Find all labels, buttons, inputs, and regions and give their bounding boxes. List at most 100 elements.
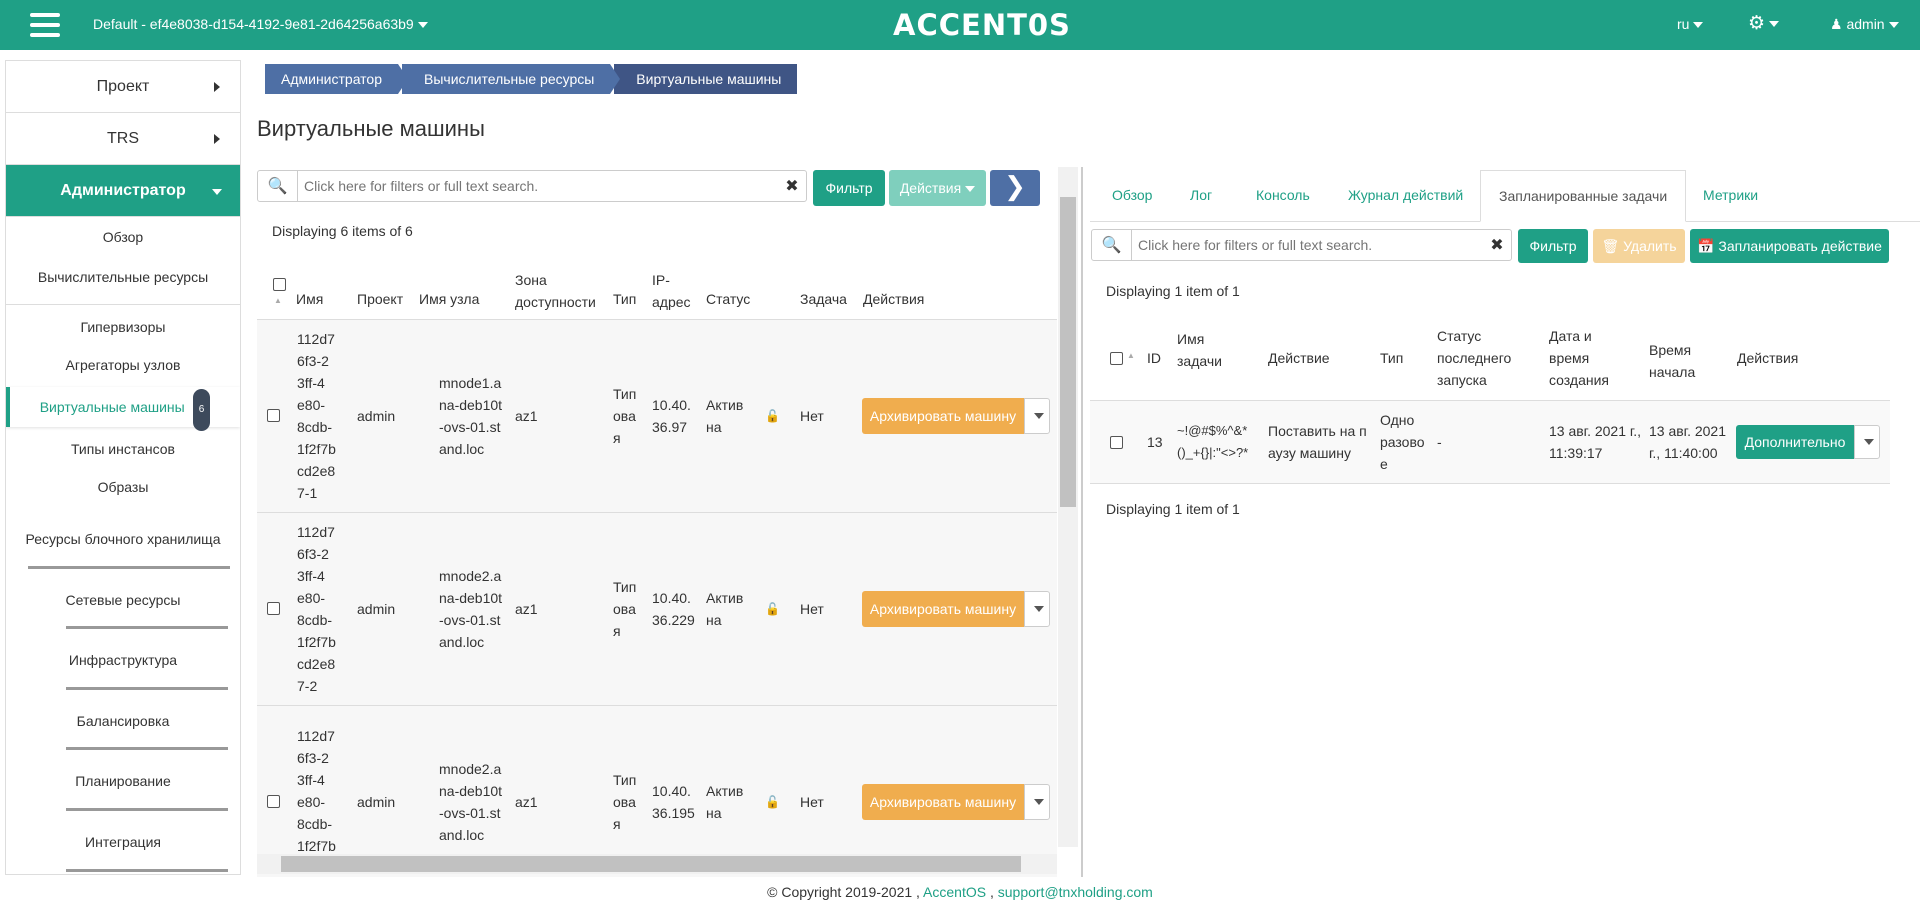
sidebar-item-flavors[interactable]: Типы инстансов — [6, 427, 240, 469]
archive-instance-button[interactable]: Архивировать машину — [862, 783, 1024, 820]
support-email-link[interactable]: support@tnxholding.com — [998, 884, 1153, 900]
column-header-zone[interactable]: Зона доступности — [515, 269, 596, 313]
more-dropdown-toggle[interactable] — [1854, 425, 1880, 459]
select-all-checkbox[interactable] — [273, 278, 286, 291]
instances-search-input[interactable] — [298, 178, 778, 194]
clear-icon[interactable]: ✖ — [1483, 235, 1511, 255]
host-link[interactable]: and.loc — [439, 824, 484, 846]
sidebar-item-trs[interactable]: TRS — [6, 113, 240, 165]
host-link[interactable]: na-deb10t — [439, 587, 502, 609]
tasks-col-created[interactable]: Дата и время создания — [1549, 325, 1629, 391]
column-header-status[interactable]: Статус — [706, 291, 750, 307]
instance-name-link[interactable]: cd2e8 — [297, 460, 335, 482]
breadcrumb-compute[interactable]: Вычислительные ресурсы — [402, 64, 621, 94]
host-link[interactable]: mnode1.a — [439, 372, 501, 394]
sidebar-item-block-storage[interactable]: Ресурсы блочного хранилища — [6, 509, 240, 569]
host-link[interactable]: mnode2.a — [439, 758, 501, 780]
sidebar-item-compute[interactable]: Вычислительные ресурсы — [6, 257, 240, 305]
instance-name-link[interactable]: 112d7 — [297, 521, 335, 543]
sidebar-item-project[interactable]: Проект — [6, 61, 240, 113]
instance-name-link[interactable]: 3ff-4 — [297, 372, 325, 394]
instance-name-link[interactable]: 1f2f7b — [297, 438, 336, 460]
host-link[interactable]: mnode2.a — [439, 565, 501, 587]
row-actions-dropdown[interactable] — [1024, 397, 1050, 434]
accentos-link[interactable]: AccentOS — [923, 884, 986, 900]
host-link[interactable]: na-deb10t — [439, 780, 502, 802]
task-row-checkbox[interactable] — [1110, 436, 1123, 449]
tasks-col-action[interactable]: Действие — [1268, 350, 1330, 366]
row-checkbox[interactable] — [267, 794, 280, 808]
breadcrumb-admin[interactable]: Администратор — [265, 64, 409, 94]
instance-name-link[interactable]: 8cdb- — [297, 609, 332, 631]
row-checkbox[interactable] — [267, 408, 280, 422]
project-link[interactable]: admin — [357, 791, 395, 813]
row-actions-dropdown[interactable] — [1024, 783, 1050, 820]
tab-scheduled-tasks[interactable]: Запланированные задачи — [1480, 170, 1687, 222]
host-link[interactable]: -ovs-01.st — [439, 609, 500, 631]
host-link[interactable]: -ovs-01.st — [439, 416, 500, 438]
instance-name-link[interactable]: 8cdb- — [297, 813, 332, 835]
instance-name-link[interactable]: e80- — [297, 587, 325, 609]
instance-name-link[interactable]: 8cdb- — [297, 416, 332, 438]
archive-instance-button[interactable]: Архивировать машину — [862, 590, 1024, 627]
language-selector[interactable]: ru — [1677, 16, 1704, 32]
sidebar-item-network[interactable]: Сетевые ресурсы — [6, 569, 240, 629]
archive-instance-button[interactable]: Архивировать машину — [862, 397, 1024, 434]
tasks-col-name[interactable]: Имя задачи — [1177, 328, 1237, 372]
breadcrumb-instances[interactable]: Виртуальные машины — [614, 64, 798, 94]
settings-menu[interactable]: ⚙ — [1748, 12, 1780, 35]
column-header-task[interactable]: Задача — [800, 291, 847, 307]
sidebar-item-overview[interactable]: Обзор — [6, 217, 240, 257]
instance-name-link[interactable]: 6f3-2 — [297, 350, 329, 372]
tab-console[interactable]: Консоль — [1256, 170, 1310, 222]
tasks-col-type[interactable]: Тип — [1380, 350, 1403, 366]
instance-name-link[interactable]: 1f2f7b — [297, 631, 336, 653]
project-link[interactable]: admin — [357, 405, 395, 427]
instance-name-link[interactable]: 112d7 — [297, 725, 335, 747]
row-actions-dropdown[interactable] — [1024, 590, 1050, 627]
sidebar-item-aggregates[interactable]: Агрегаторы узлов — [6, 345, 240, 387]
instance-name-link[interactable]: 112d7 — [297, 328, 335, 350]
delete-button[interactable]: 🗑 Удалить — [1593, 229, 1685, 263]
sidebar-item-admin[interactable]: Администратор — [6, 165, 240, 217]
vertical-scrollbar[interactable] — [1058, 167, 1078, 847]
instance-name-link[interactable]: e80- — [297, 394, 325, 416]
sidebar-item-hypervisors[interactable]: Гипервизоры — [6, 305, 240, 345]
column-header-type[interactable]: Тип — [613, 291, 636, 307]
tab-overview[interactable]: Обзор — [1112, 170, 1152, 222]
tasks-filter-button[interactable]: Фильтр — [1518, 229, 1588, 263]
sidebar-item-integration[interactable]: Интеграция — [6, 811, 240, 872]
tasks-col-id[interactable]: ID — [1147, 350, 1161, 366]
sidebar-item-planning[interactable]: Планирование — [6, 750, 240, 811]
instance-name-link[interactable]: 3ff-4 — [297, 769, 325, 791]
tasks-col-last-status[interactable]: Статус последнего запуска — [1437, 325, 1527, 391]
horizontal-scrollbar[interactable] — [257, 854, 1057, 874]
host-link[interactable]: and.loc — [439, 438, 484, 460]
filter-button[interactable]: Фильтр — [813, 170, 885, 206]
column-header-name[interactable]: Имя — [296, 291, 323, 307]
column-header-ip[interactable]: IP-адрес — [652, 269, 692, 313]
host-link[interactable]: na-deb10t — [439, 394, 502, 416]
tasks-select-all-checkbox[interactable] — [1110, 352, 1123, 365]
column-header-project[interactable]: Проект — [357, 291, 403, 307]
user-menu[interactable]: ♟ admin — [1830, 16, 1899, 33]
tab-log[interactable]: Лог — [1190, 170, 1212, 222]
instance-name-link[interactable]: 6f3-2 — [297, 543, 329, 565]
actions-button[interactable]: Действия — [889, 170, 986, 206]
panel-divider[interactable] — [1081, 167, 1083, 877]
instance-name-link[interactable]: 7-1 — [297, 482, 317, 504]
host-link[interactable]: -ovs-01.st — [439, 802, 500, 824]
host-link[interactable]: and.loc — [439, 631, 484, 653]
instance-name-link[interactable]: cd2e8 — [297, 653, 335, 675]
sidebar-item-balancing[interactable]: Балансировка — [6, 690, 240, 750]
more-button[interactable]: Дополнительно — [1736, 425, 1854, 459]
sidebar-item-infrastructure[interactable]: Инфраструктура — [6, 629, 240, 690]
tab-action-log[interactable]: Журнал действий — [1348, 170, 1463, 222]
clear-icon[interactable]: ✖ — [778, 176, 806, 196]
instance-name-link[interactable]: 6f3-2 — [297, 747, 329, 769]
sidebar-item-instances[interactable]: Виртуальные машины 6 — [6, 387, 240, 431]
tasks-col-start[interactable]: Время начала — [1649, 339, 1709, 383]
project-selector[interactable]: Default - ef4e8038-d154-4192-9e81-2d6425… — [93, 16, 428, 32]
instance-name-link[interactable]: 7-2 — [297, 675, 317, 697]
menu-toggle-icon[interactable] — [30, 13, 60, 37]
